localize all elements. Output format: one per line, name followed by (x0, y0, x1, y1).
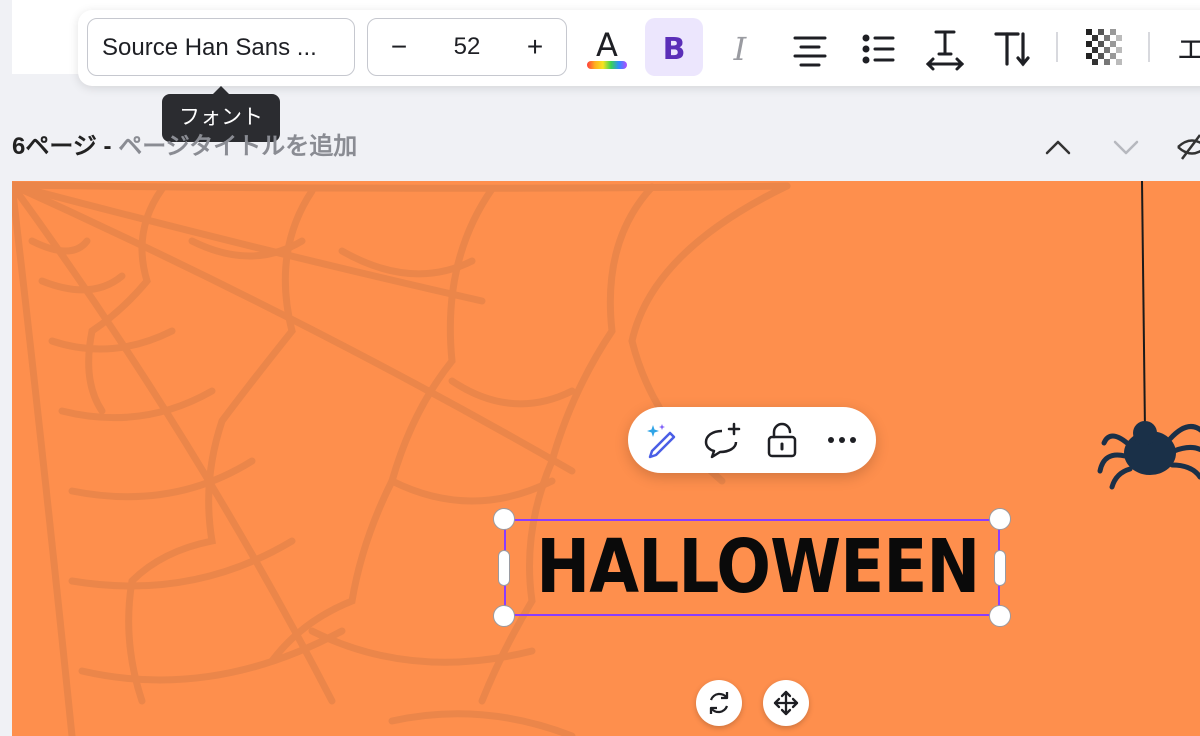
svg-text:B: B (663, 32, 686, 67)
bold-button[interactable]: B (645, 18, 703, 76)
page-title-input[interactable]: ページタイトルを追加 (118, 133, 357, 160)
magic-edit-icon[interactable] (642, 420, 682, 460)
resize-handle-right[interactable] (994, 550, 1006, 586)
comment-icon[interactable] (702, 420, 742, 460)
letter-spacing-icon (925, 30, 965, 71)
letter-spacing-button[interactable] (916, 18, 974, 76)
text-toolbar: Source Han Sans ... − 52 + A B I エ (78, 10, 1200, 86)
bold-icon: B (663, 32, 686, 67)
italic-button[interactable]: I (711, 18, 769, 76)
svg-text:A: A (596, 26, 618, 64)
more-icon[interactable] (822, 420, 862, 460)
align-center-icon (793, 36, 827, 67)
resize-handle-left[interactable] (498, 550, 510, 586)
svg-text:エ: エ (1177, 33, 1200, 66)
rotate-button[interactable] (696, 680, 742, 726)
text-color-button[interactable]: A (578, 18, 636, 76)
transparency-icon (1086, 29, 1122, 65)
resize-handle-top-left[interactable] (493, 508, 515, 530)
lock-icon[interactable] (762, 420, 802, 460)
list-button[interactable] (849, 18, 907, 76)
svg-text:I: I (733, 30, 748, 68)
text-size-button[interactable] (983, 18, 1041, 76)
text-size-icon (994, 32, 1030, 67)
chevron-down-icon[interactable] (1108, 132, 1144, 162)
toolbar-divider (1148, 32, 1150, 62)
increase-size-button[interactable]: + (510, 19, 560, 75)
page-header: 6ページ - ページタイトルを追加 (12, 130, 357, 164)
page-number: 6ページ (12, 133, 97, 160)
font-size-value[interactable]: 52 (418, 19, 516, 75)
page-title-separator: - (96, 133, 119, 160)
move-icon (773, 690, 799, 716)
decrease-size-button[interactable]: − (374, 19, 424, 75)
effects-button[interactable]: エ (1171, 18, 1200, 76)
design-canvas[interactable] (12, 181, 1200, 736)
font-selector[interactable]: Source Han Sans ... (87, 18, 355, 76)
transparency-button[interactable] (1075, 18, 1133, 76)
resize-handle-top-right[interactable] (989, 508, 1011, 530)
resize-handle-bottom-right[interactable] (989, 605, 1011, 627)
font-size-stepper: − 52 + (367, 18, 567, 76)
selection-box[interactable] (504, 519, 1000, 616)
toolbar-divider (1056, 32, 1058, 62)
eye-hide-icon[interactable] (1174, 132, 1200, 162)
list-icon (862, 34, 895, 64)
element-context-menu (628, 407, 876, 473)
italic-icon: I (733, 30, 748, 68)
effects-icon: エ (1177, 33, 1200, 66)
chevron-up-icon[interactable] (1040, 132, 1076, 162)
align-button[interactable] (781, 18, 839, 76)
text-color-icon: A (587, 26, 627, 69)
rotate-icon (709, 692, 729, 714)
move-button[interactable] (763, 680, 809, 726)
resize-handle-bottom-left[interactable] (493, 605, 515, 627)
spider-illustration (1097, 421, 1200, 490)
spider-web-illustration (12, 181, 1200, 736)
